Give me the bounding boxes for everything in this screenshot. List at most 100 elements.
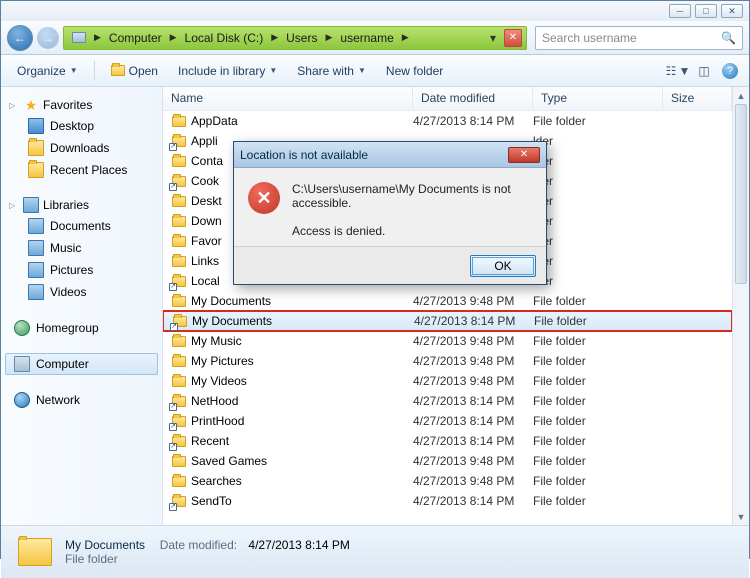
scroll-thumb[interactable] bbox=[735, 104, 747, 284]
file-row[interactable]: My Documents4/27/2013 9:48 PMFile folder bbox=[163, 291, 732, 311]
breadcrumb-seg[interactable]: Users bbox=[280, 27, 323, 49]
sidebar-computer[interactable]: Computer bbox=[5, 353, 158, 375]
sidebar-documents[interactable]: Documents bbox=[5, 215, 158, 237]
pictures-icon bbox=[28, 262, 44, 278]
column-name[interactable]: Name bbox=[163, 87, 413, 110]
search-input[interactable]: Search username 🔍 bbox=[535, 26, 743, 50]
desktop-icon bbox=[28, 118, 44, 134]
column-date[interactable]: Date modified bbox=[413, 87, 533, 110]
chevron-icon[interactable]: ▶ bbox=[92, 32, 103, 43]
close-button[interactable]: ✕ bbox=[721, 4, 743, 18]
sidebar-network[interactable]: Network bbox=[5, 389, 158, 411]
file-row[interactable]: My Music4/27/2013 9:48 PMFile folder bbox=[163, 331, 732, 351]
open-button[interactable]: Open bbox=[103, 60, 166, 82]
file-row[interactable]: ↗My Documents4/27/2013 8:14 PMFile folde… bbox=[163, 311, 732, 331]
back-button[interactable]: ← bbox=[7, 25, 33, 51]
sidebar-downloads[interactable]: Downloads bbox=[5, 137, 158, 159]
file-row[interactable]: Searches4/27/2013 9:48 PMFile folder bbox=[163, 471, 732, 491]
column-size[interactable]: Size bbox=[663, 87, 732, 110]
file-name: NetHood bbox=[191, 394, 413, 408]
folder-icon: ↗ bbox=[171, 433, 187, 449]
folder-icon bbox=[171, 373, 187, 389]
details-type: File folder bbox=[65, 552, 118, 566]
file-type: File folder bbox=[533, 334, 663, 348]
folder-icon bbox=[171, 293, 187, 309]
file-date: 4/27/2013 8:14 PM bbox=[413, 434, 533, 448]
folder-icon: ↗ bbox=[171, 393, 187, 409]
file-type: File folder bbox=[533, 354, 663, 368]
dialog-close-button[interactable]: ✕ bbox=[508, 147, 540, 163]
file-row[interactable]: ↗PrintHood4/27/2013 8:14 PMFile folder bbox=[163, 411, 732, 431]
column-type[interactable]: Type bbox=[533, 87, 663, 110]
minimize-button[interactable]: ─ bbox=[669, 4, 691, 18]
folder-icon: ↗ bbox=[171, 173, 187, 189]
nav-bar: ← → ▶ Computer ▶ Local Disk (C:) ▶ Users… bbox=[1, 21, 749, 55]
file-type: File folder bbox=[533, 414, 663, 428]
sidebar-favorites[interactable]: ▷★Favorites bbox=[5, 95, 158, 115]
file-row[interactable]: ↗Recent4/27/2013 8:14 PMFile folder bbox=[163, 431, 732, 451]
file-row[interactable]: My Pictures4/27/2013 9:48 PMFile folder bbox=[163, 351, 732, 371]
breadcrumb-seg[interactable]: username bbox=[334, 27, 399, 49]
breadcrumb-seg[interactable]: Computer bbox=[103, 27, 168, 49]
file-type: lder bbox=[533, 154, 663, 168]
folder-open-icon bbox=[111, 65, 125, 76]
file-name: My Videos bbox=[191, 374, 413, 388]
sidebar-music[interactable]: Music bbox=[5, 237, 158, 259]
share-with-button[interactable]: Share with▼ bbox=[289, 60, 374, 82]
maximize-button[interactable]: □ bbox=[695, 4, 717, 18]
chevron-icon[interactable]: ▶ bbox=[323, 32, 334, 43]
file-name: Searches bbox=[191, 474, 413, 488]
vertical-scrollbar[interactable]: ▲ ▼ bbox=[732, 87, 749, 525]
file-type: lder bbox=[533, 274, 663, 288]
scroll-track[interactable] bbox=[733, 104, 749, 508]
file-name: My Documents bbox=[192, 314, 414, 328]
file-row[interactable]: ↗NetHood4/27/2013 8:14 PMFile folder bbox=[163, 391, 732, 411]
sidebar-homegroup[interactable]: Homegroup bbox=[5, 317, 158, 339]
sidebar-libraries[interactable]: ▷Libraries bbox=[5, 195, 158, 215]
chevron-icon[interactable]: ▶ bbox=[168, 32, 179, 43]
file-row[interactable]: My Videos4/27/2013 9:48 PMFile folder bbox=[163, 371, 732, 391]
breadcrumb-seg[interactable]: Local Disk (C:) bbox=[179, 27, 270, 49]
file-type: File folder bbox=[533, 454, 663, 468]
file-type: File folder bbox=[533, 434, 663, 448]
file-row[interactable]: AppData4/27/2013 8:14 PMFile folder bbox=[163, 111, 732, 131]
file-name: PrintHood bbox=[191, 414, 413, 428]
help-button[interactable]: ? bbox=[719, 60, 741, 82]
shortcut-overlay-icon: ↗ bbox=[169, 423, 177, 431]
forward-button[interactable]: → bbox=[37, 27, 59, 49]
sidebar-pictures[interactable]: Pictures bbox=[5, 259, 158, 281]
folder-icon bbox=[28, 140, 44, 156]
view-options-button[interactable]: ☷▼ bbox=[667, 60, 689, 82]
search-icon[interactable]: 🔍 bbox=[721, 31, 736, 45]
sidebar-videos[interactable]: Videos bbox=[5, 281, 158, 303]
organize-button[interactable]: Organize▼ bbox=[9, 60, 86, 82]
folder-icon bbox=[171, 113, 187, 129]
include-library-button[interactable]: Include in library▼ bbox=[170, 60, 285, 82]
file-row[interactable]: Saved Games4/27/2013 9:48 PMFile folder bbox=[163, 451, 732, 471]
folder-icon bbox=[171, 453, 187, 469]
new-folder-button[interactable]: New folder bbox=[378, 60, 451, 82]
preview-pane-button[interactable]: ◫ bbox=[693, 60, 715, 82]
file-date: 4/27/2013 8:14 PM bbox=[413, 394, 533, 408]
dialog-title-bar[interactable]: Location is not available ✕ bbox=[234, 142, 546, 168]
file-date: 4/27/2013 9:48 PM bbox=[413, 474, 533, 488]
address-bar[interactable]: ▶ Computer ▶ Local Disk (C:) ▶ Users ▶ u… bbox=[63, 26, 527, 50]
folder-icon bbox=[28, 162, 44, 178]
dialog-ok-button[interactable]: OK bbox=[470, 255, 536, 277]
folder-icon bbox=[171, 153, 187, 169]
scroll-down-button[interactable]: ▼ bbox=[733, 508, 749, 525]
folder-icon: ↗ bbox=[171, 413, 187, 429]
dialog-title: Location is not available bbox=[240, 148, 368, 162]
homegroup-icon bbox=[14, 320, 30, 336]
scroll-up-button[interactable]: ▲ bbox=[733, 87, 749, 104]
file-row[interactable]: ↗SendTo4/27/2013 8:14 PMFile folder bbox=[163, 491, 732, 511]
address-stop-button[interactable]: ✕ bbox=[504, 29, 522, 47]
folder-icon bbox=[171, 213, 187, 229]
address-computer-icon[interactable] bbox=[66, 27, 92, 49]
address-dropdown[interactable]: ▾ bbox=[484, 29, 502, 47]
sidebar-recent-places[interactable]: Recent Places bbox=[5, 159, 158, 181]
chevron-icon[interactable]: ▶ bbox=[400, 32, 411, 43]
chevron-icon[interactable]: ▶ bbox=[269, 32, 280, 43]
sidebar-desktop[interactable]: Desktop bbox=[5, 115, 158, 137]
file-type: File folder bbox=[533, 114, 663, 128]
